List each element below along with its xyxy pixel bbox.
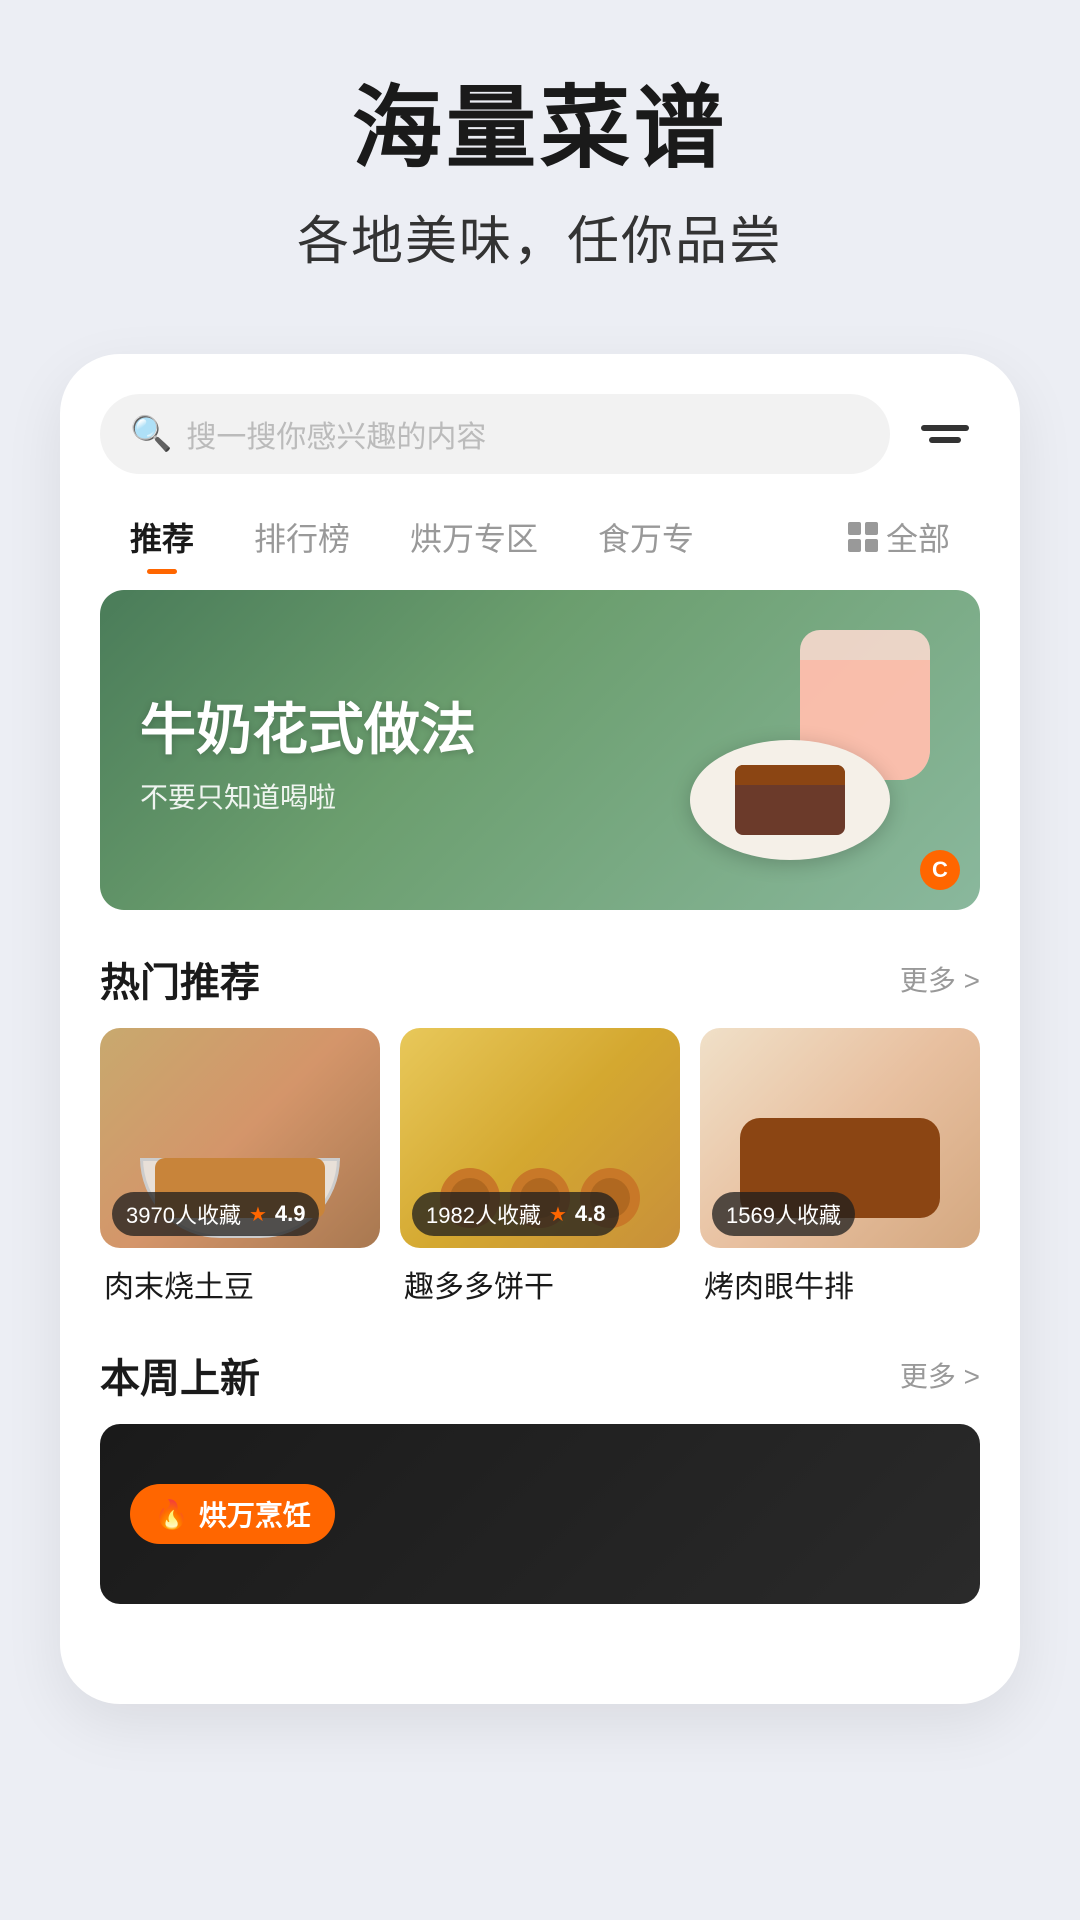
search-placeholder-text: 搜一搜你感兴趣的内容 — [186, 412, 486, 456]
hot-section-title: 热门推荐 — [100, 950, 260, 1008]
recipe-img-1: 3970人收藏 ★ 4.9 — [100, 1028, 380, 1248]
week-section-title: 本周上新 — [100, 1346, 260, 1404]
menu-icon[interactable] — [910, 399, 980, 469]
main-banner[interactable]: 牛奶花式做法 不要只知道喝啦 C — [100, 590, 980, 910]
tiramisu-plate — [690, 740, 890, 860]
search-icon: 🔍 — [130, 414, 172, 454]
recipe-name-1: 肉末烧土豆 — [100, 1262, 380, 1306]
badge-count-1: 3970人收藏 — [126, 1198, 241, 1230]
grid-icon — [848, 522, 878, 552]
week-section-header: 本周上新 更多 > — [100, 1346, 980, 1404]
week-tag-text: 烘万烹饪 — [199, 1494, 311, 1534]
week-tag: 🔥 烘万烹饪 — [130, 1484, 335, 1544]
banner-c-badge: C — [920, 850, 960, 890]
badge-count-2: 1982人收藏 — [426, 1198, 541, 1230]
hot-section-more[interactable]: 更多 > — [900, 959, 980, 999]
recipe-img-3: 1569人收藏 — [700, 1028, 980, 1248]
header-subtitle: 各地美味，任你品尝 — [0, 199, 1080, 274]
week-new-section: 本周上新 更多 > 🔥 烘万烹饪 — [60, 1346, 1020, 1604]
badge-star-2: ★ — [549, 1202, 567, 1227]
tab-ranking[interactable]: 排行榜 — [224, 504, 380, 570]
search-bar[interactable]: 🔍 搜一搜你感兴趣的内容 — [100, 394, 890, 474]
header-title: 海量菜谱 — [0, 80, 1080, 179]
fire-icon: 🔥 — [154, 1498, 189, 1531]
recipe-name-3: 烤肉眼牛排 — [700, 1262, 980, 1306]
recipe-badge-2: 1982人收藏 ★ 4.8 — [412, 1192, 619, 1236]
badge-count-3: 1569人收藏 — [726, 1198, 841, 1230]
tab-all[interactable]: 全部 — [818, 504, 980, 570]
tab-baking[interactable]: 烘万专区 — [380, 504, 568, 570]
recipe-badge-1: 3970人收藏 ★ 4.9 — [112, 1192, 319, 1236]
menu-bar-top — [921, 425, 969, 431]
badge-rating-1: 4.9 — [275, 1201, 306, 1227]
menu-bar-bottom — [929, 437, 961, 443]
recipe-name-2: 趣多多饼干 — [400, 1262, 680, 1306]
recipe-img-2: 1982人收藏 ★ 4.8 — [400, 1028, 680, 1248]
recipe-card-3[interactable]: 1569人收藏 烤肉眼牛排 — [700, 1028, 980, 1306]
app-card: 🔍 搜一搜你感兴趣的内容 推荐 排行榜 烘万专区 食万专 — [60, 354, 1020, 1704]
week-banner[interactable]: 🔥 烘万烹饪 — [100, 1424, 980, 1604]
hot-section-header: 热门推荐 更多 > — [100, 950, 980, 1008]
page-background: 海量菜谱 各地美味，任你品尝 🔍 搜一搜你感兴趣的内容 推荐 排行榜 烘万 — [0, 0, 1080, 1920]
recipe-card-2[interactable]: 1982人收藏 ★ 4.8 趣多多饼干 — [400, 1028, 680, 1306]
tab-food[interactable]: 食万专 — [568, 504, 724, 570]
header-section: 海量菜谱 各地美味，任你品尝 — [0, 0, 1080, 314]
banner-food-decoration — [630, 620, 950, 880]
badge-star-1: ★ — [249, 1202, 267, 1227]
tab-recommend[interactable]: 推荐 — [100, 504, 224, 570]
recipe-list: 3970人收藏 ★ 4.9 肉末烧土豆 1982人收藏 — [60, 1028, 1020, 1306]
week-section-more[interactable]: 更多 > — [900, 1355, 980, 1395]
recipe-badge-3: 1569人收藏 — [712, 1192, 855, 1236]
badge-rating-2: 4.8 — [575, 1201, 606, 1227]
nav-tabs: 推荐 排行榜 烘万专区 食万专 全部 — [60, 504, 1020, 570]
recipe-card-1[interactable]: 3970人收藏 ★ 4.9 肉末烧土豆 — [100, 1028, 380, 1306]
search-area: 🔍 搜一搜你感兴趣的内容 — [100, 394, 980, 474]
